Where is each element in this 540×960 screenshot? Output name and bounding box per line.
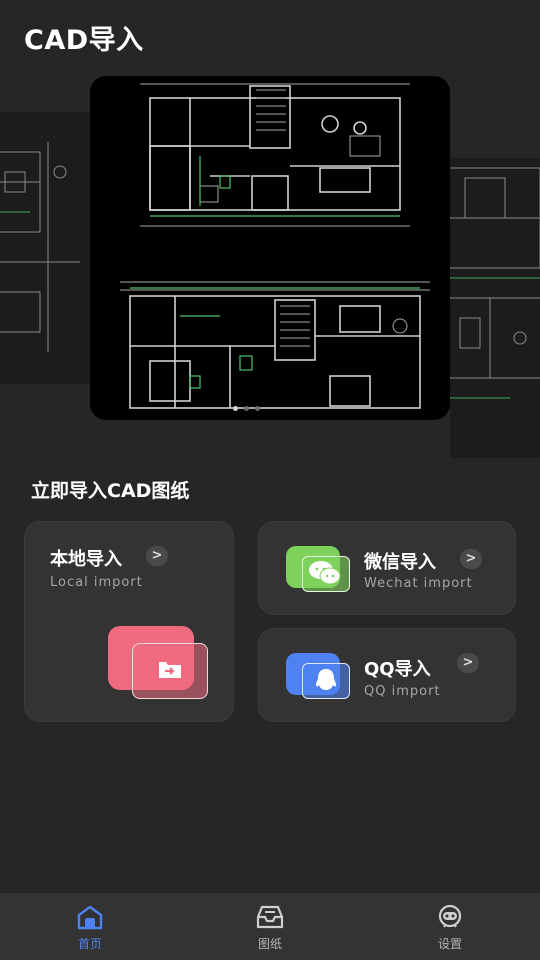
carousel-active-slide[interactable]	[90, 76, 450, 420]
cad-drawing-thumbnail	[0, 142, 80, 352]
section-heading: 立即导入CAD图纸	[31, 480, 190, 502]
carousel-dot[interactable]	[233, 406, 238, 411]
chevron-right-icon: >	[146, 546, 168, 566]
folder-import-icon	[108, 626, 210, 699]
qq-import-title: QQ导入	[364, 659, 431, 680]
wechat-import-subtitle: Wechat import	[364, 576, 473, 591]
chevron-right-icon: >	[457, 653, 479, 673]
wechat-import-card[interactable]: 微信导入 > Wechat import	[258, 521, 516, 615]
local-import-subtitle: Local import	[50, 575, 143, 590]
qq-icon	[286, 653, 350, 699]
nav-label: 首页	[77, 937, 102, 951]
carousel-indicator	[233, 406, 260, 411]
bottom-navigation: 首页 图纸 设置	[0, 893, 540, 960]
cad-floor-plan-image	[120, 83, 430, 409]
carousel-prev-slide[interactable]	[0, 112, 90, 384]
carousel-next-slide[interactable]	[450, 158, 540, 458]
cad-preview-carousel[interactable]	[0, 76, 540, 458]
local-import-title: 本地导入	[50, 549, 122, 570]
chevron-right-icon: >	[460, 549, 482, 569]
cad-drawing-thumbnail	[450, 167, 540, 399]
qq-import-subtitle: QQ import	[364, 684, 441, 699]
carousel-dot[interactable]	[255, 406, 260, 411]
nav-item-home[interactable]: 首页	[0, 893, 180, 960]
nav-label: 图纸	[257, 937, 282, 951]
status-bar	[0, 0, 540, 14]
page-title: CAD导入	[24, 25, 144, 56]
nav-item-settings[interactable]: 设置	[360, 893, 540, 960]
carousel-dot[interactable]	[244, 406, 249, 411]
settings-robot-icon	[438, 904, 462, 928]
local-import-card[interactable]: 本地导入 > Local import	[24, 521, 234, 722]
wechat-icon	[286, 546, 350, 592]
nav-item-drawings[interactable]: 图纸	[180, 893, 360, 960]
home-icon	[77, 905, 103, 930]
drawings-tray-icon	[256, 905, 284, 929]
nav-label: 设置	[437, 937, 462, 951]
qq-import-card[interactable]: QQ导入 > QQ import	[258, 628, 516, 722]
wechat-import-title: 微信导入	[364, 552, 436, 573]
